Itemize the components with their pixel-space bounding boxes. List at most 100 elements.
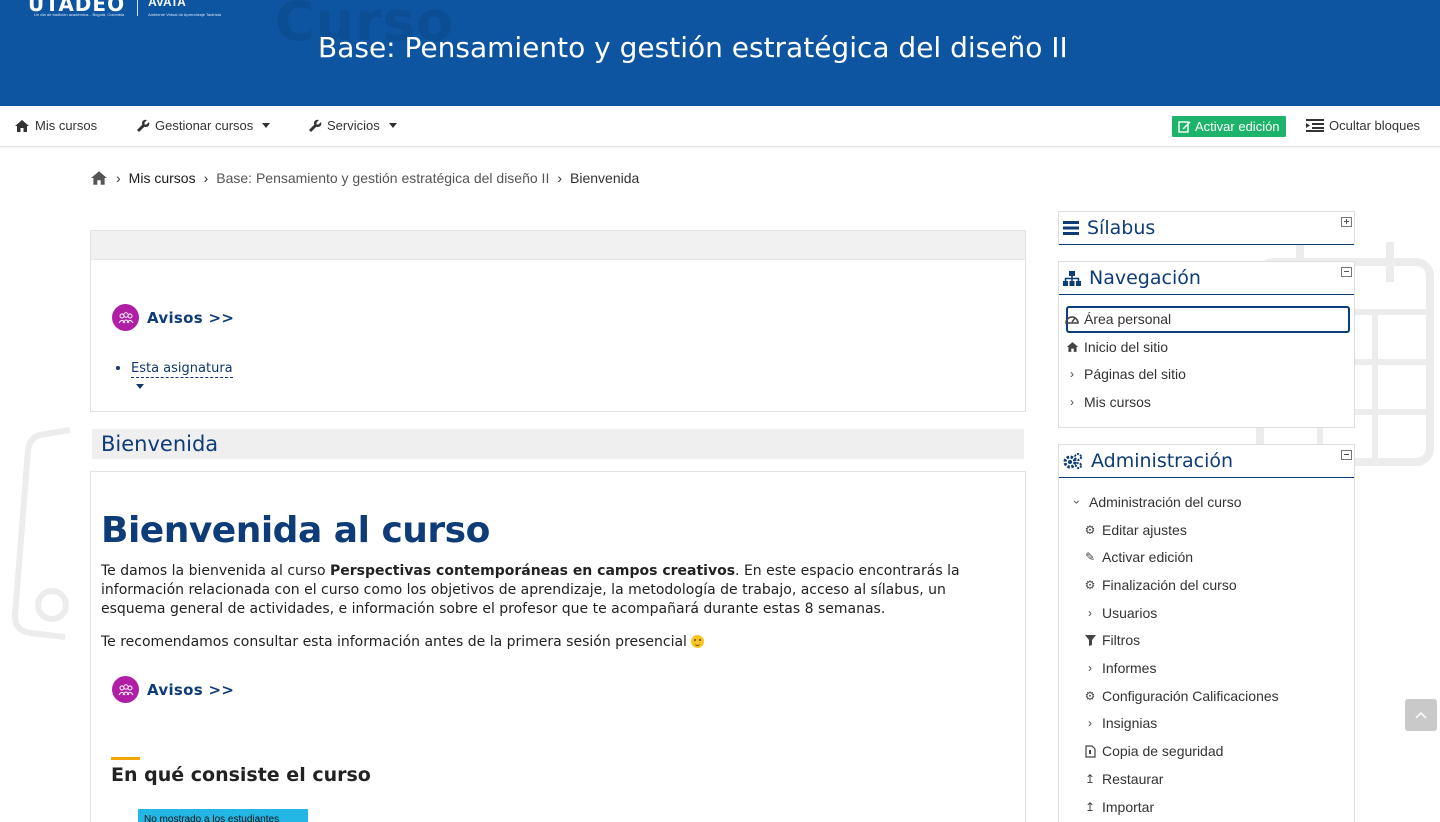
recommendation-paragraph: Te recomendamos consultar esta informaci… — [101, 633, 1001, 652]
expand-block-icon[interactable] — [1341, 217, 1352, 227]
dashboard-icon — [1065, 312, 1079, 326]
gear-icon: ⚙ — [1084, 689, 1096, 703]
collapse-block-icon[interactable] — [1341, 450, 1352, 460]
ocultar-bloques-button[interactable]: Ocultar bloques — [1306, 118, 1420, 133]
chevron-right-icon: › — [1088, 716, 1092, 730]
admin-editar-ajustes-label: Editar ajustes — [1102, 522, 1187, 538]
hidden-from-students-badge: No mostrado a los estudiantes — [138, 809, 308, 822]
home-icon — [15, 119, 29, 132]
nav-area-personal[interactable]: Área personal — [1065, 311, 1171, 327]
page-content: Bienvenida al curso Te damos la bienveni… — [90, 471, 1026, 822]
consiste-heading: En qué consiste el curso — [111, 757, 371, 786]
admin-finalizacion-label: Finalización del curso — [1102, 577, 1237, 593]
activar-edicion-label: Activar edición — [1195, 119, 1280, 134]
avisos-link[interactable]: Avisos >> — [112, 304, 234, 331]
avisos-link-2[interactable]: Avisos >> — [112, 676, 234, 703]
nav-paginas-sitio[interactable]: › Páginas del sitio — [1065, 366, 1186, 382]
admin-informes[interactable]: › Informes — [1083, 660, 1156, 676]
admin-filtros[interactable]: Filtros — [1083, 632, 1140, 648]
block-navegacion-title: Navegación — [1089, 267, 1201, 289]
content-heading: Bienvenida al curso — [101, 510, 490, 551]
admin-usuarios[interactable]: › Usuarios — [1083, 605, 1157, 621]
admin-curso-root-label: Administración del curso — [1089, 494, 1242, 510]
collapse-block-icon[interactable] — [1341, 267, 1352, 277]
home-icon[interactable] — [90, 170, 108, 186]
heading-accent-bar — [111, 757, 140, 760]
course-section-general: Avisos >> Esta asignatura — [90, 230, 1026, 412]
avata-logo: AVATA Ambiente Virtual de Aprendizaje Ta… — [148, 0, 221, 17]
welcome-paragraph: Te damos la bienvenida al curso Perspect… — [101, 562, 1001, 619]
sitemap-icon — [1063, 270, 1081, 286]
chevron-right-icon: › — [1088, 606, 1092, 620]
activar-edicion-button[interactable]: Activar edición — [1172, 116, 1286, 137]
section-title-bar: Bienvenida — [92, 429, 1024, 459]
file-archive-icon — [1083, 744, 1097, 758]
avata-subtext: Ambiente Virtual de Aprendizaje Tadeísta — [148, 12, 222, 17]
avata-text: AVATA — [148, 0, 186, 9]
upload-arrow-icon: ↥ — [1084, 800, 1096, 814]
breadcrumb-mis-cursos[interactable]: Mis cursos — [129, 170, 196, 186]
logo-divider — [137, 0, 139, 16]
admin-restaurar-label: Restaurar — [1102, 771, 1164, 787]
nav-mis-cursos[interactable]: Mis cursos — [14, 118, 97, 133]
block-administracion-title: Administración — [1091, 450, 1234, 472]
admin-config-calificaciones[interactable]: ⚙ Configuración Calificaciones — [1083, 688, 1279, 704]
admin-editar-ajustes[interactable]: ⚙ Editar ajustes — [1083, 522, 1187, 538]
nav-inicio-sitio[interactable]: Inicio del sitio — [1065, 339, 1168, 355]
admin-restaurar[interactable]: ↥ Restaurar — [1083, 771, 1164, 787]
block-administracion-header[interactable]: Administración — [1059, 445, 1354, 478]
admin-config-calificaciones-label: Configuración Calificaciones — [1102, 688, 1279, 704]
chevron-down-icon: › — [1070, 500, 1084, 504]
nav-inicio-sitio-label: Inicio del sitio — [1084, 339, 1169, 355]
scroll-to-top-button[interactable] — [1405, 699, 1437, 731]
course-menu-list: Esta asignatura — [113, 359, 233, 378]
nav-mis-cursos-block[interactable]: › Mis cursos — [1065, 394, 1151, 410]
breadcrumb: › Mis cursos › Base: Pensamiento y gesti… — [90, 170, 639, 186]
admin-curso-root[interactable]: › Administración del curso — [1070, 494, 1242, 510]
page-title: Base: Pensamiento y gestión estratégica … — [318, 31, 1068, 64]
admin-importar[interactable]: ↥ Importar — [1083, 799, 1154, 815]
block-silabus: Sílabus — [1058, 211, 1355, 245]
chevron-up-icon — [1415, 711, 1427, 719]
pencil-icon: ✎ — [1084, 550, 1096, 564]
section-header-bar — [91, 231, 1025, 260]
admin-activar-edicion-label: Activar edición — [1102, 549, 1194, 565]
group-icon — [112, 676, 139, 703]
list-item[interactable]: Esta asignatura — [131, 359, 233, 378]
admin-filtros-label: Filtros — [1102, 632, 1141, 648]
gear-icon: ⚙ — [1084, 578, 1096, 592]
caret-down-icon[interactable] — [136, 384, 144, 389]
home-icon — [1065, 340, 1079, 354]
gear-icon: ⚙ — [1084, 523, 1096, 537]
welcome-text-start: Te damos la bienvenida al curso — [101, 563, 330, 579]
breadcrumb-course[interactable]: Base: Pensamiento y gestión estratégica … — [216, 170, 549, 186]
chevron-right-icon: › — [1070, 395, 1074, 409]
chevron-right-icon: › — [557, 170, 563, 186]
admin-copia-seguridad-label: Copia de seguridad — [1102, 743, 1224, 759]
edit-icon — [1178, 121, 1191, 133]
nav-mis-cursos-block-label: Mis cursos — [1084, 394, 1151, 410]
wink-emoji-icon — [690, 635, 704, 648]
admin-insignias-label: Insignias — [1102, 715, 1158, 731]
admin-activar-edicion[interactable]: ✎ Activar edición — [1083, 549, 1193, 565]
cogs-icon — [1063, 453, 1082, 469]
avisos-label-2: Avisos >> — [147, 680, 235, 699]
esta-asignatura-link[interactable]: Esta asignatura — [131, 361, 233, 378]
nav-mis-cursos-label: Mis cursos — [35, 118, 98, 133]
wrench-icon — [309, 119, 322, 132]
utadeo-logo[interactable]: UTADEO Un día de tradición académica... … — [28, 0, 221, 18]
nav-gestionar-cursos[interactable]: Gestionar cursos — [136, 118, 271, 133]
site-header: UTADEO Un día de tradición académica... … — [0, 0, 1440, 106]
chevron-right-icon: › — [203, 170, 209, 186]
admin-copia-seguridad[interactable]: Copia de seguridad — [1083, 743, 1223, 759]
consiste-title: En qué consiste el curso — [111, 764, 371, 786]
block-silabus-header[interactable]: Sílabus — [1059, 212, 1354, 245]
admin-usuarios-label: Usuarios — [1102, 605, 1158, 621]
admin-insignias[interactable]: › Insignias — [1083, 715, 1157, 731]
admin-importar-label: Importar — [1102, 799, 1155, 815]
block-navegacion-header[interactable]: Navegación — [1059, 262, 1354, 295]
top-navbar: Mis cursos Gestionar cursos Servicios Ac… — [0, 106, 1440, 147]
nav-servicios[interactable]: Servicios — [308, 118, 397, 133]
ocultar-bloques-label: Ocultar bloques — [1329, 118, 1421, 133]
admin-finalizacion[interactable]: ⚙ Finalización del curso — [1083, 577, 1237, 593]
